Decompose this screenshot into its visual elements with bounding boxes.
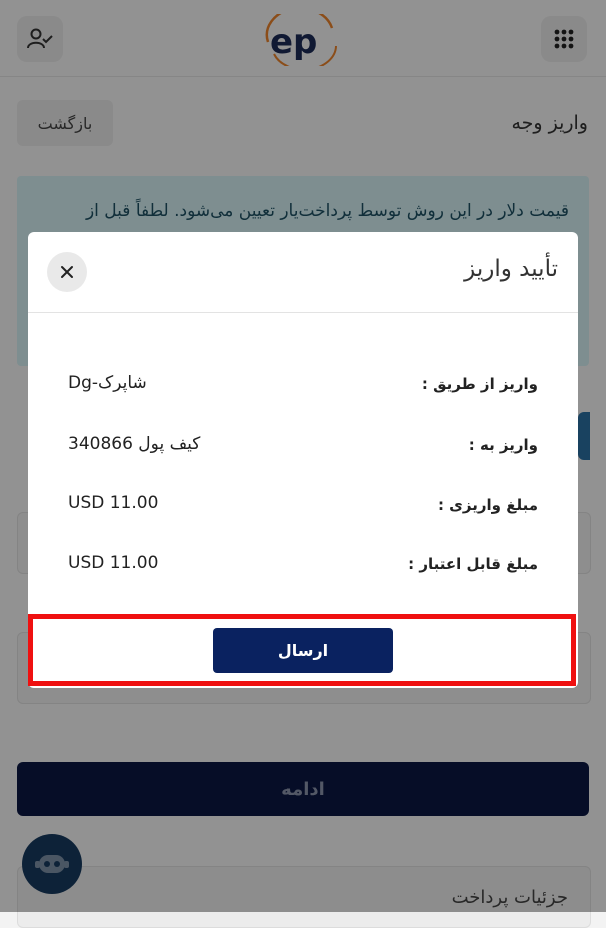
credit-amount-value: USD 11.00 bbox=[68, 553, 159, 573]
close-icon bbox=[61, 266, 73, 278]
credit-amount-label: مبلغ قابل اعتبار : bbox=[408, 555, 538, 573]
deposit-method-value: Dg-شاپرک bbox=[68, 373, 147, 393]
deposit-to-value: کیف پول 340866 bbox=[68, 434, 201, 454]
send-button[interactable]: ارسال bbox=[213, 628, 393, 673]
dialog-header: تأیید واریز bbox=[28, 232, 578, 313]
deposit-method-label: واریز از طریق : bbox=[421, 375, 538, 393]
close-button[interactable] bbox=[47, 252, 87, 292]
dialog-title: تأیید واریز bbox=[464, 256, 558, 282]
deposit-amount-value: USD 11.00 bbox=[68, 493, 159, 513]
deposit-to-label: واریز به : bbox=[468, 436, 538, 454]
deposit-amount-label: مبلغ واریزی : bbox=[437, 496, 538, 514]
